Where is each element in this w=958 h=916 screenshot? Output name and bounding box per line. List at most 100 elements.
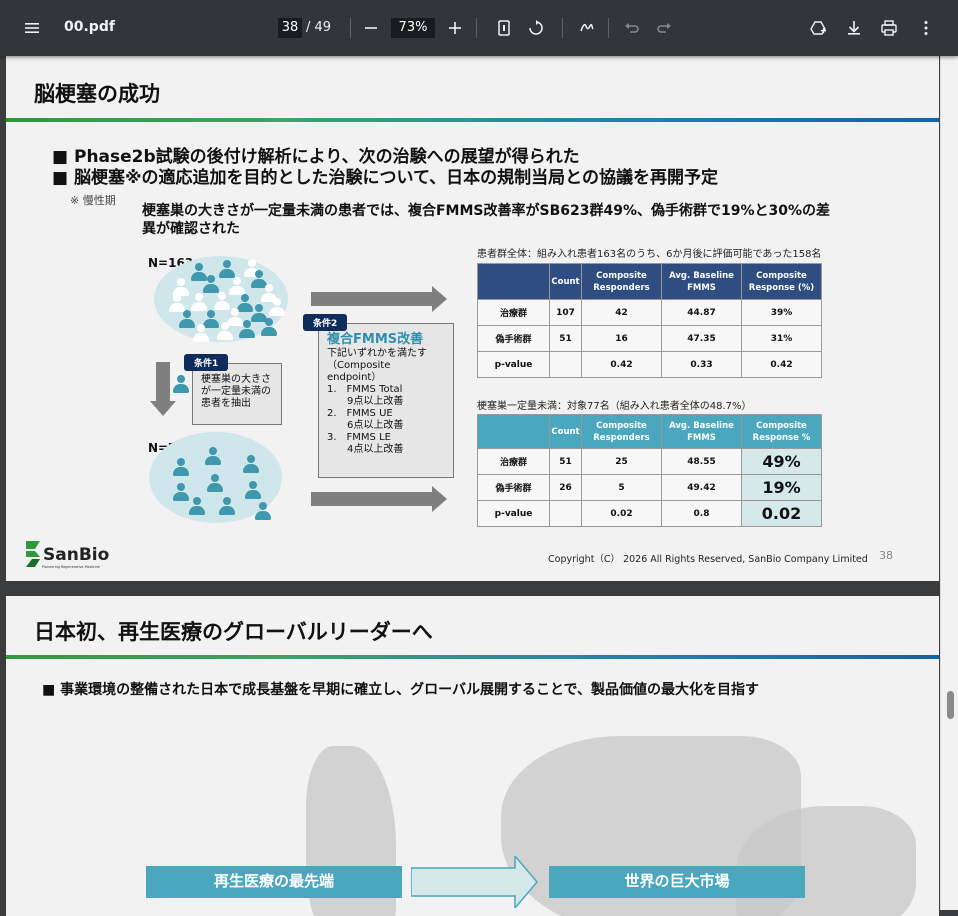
right-arrow — [411, 856, 538, 908]
divider — [350, 18, 351, 38]
table-header-cell: Avg. Baseline FMMS — [661, 414, 742, 449]
table-header-cell: Count — [549, 414, 582, 449]
table-cell: 治療群 — [477, 448, 550, 475]
cond2-line: 3. FMMS LE — [327, 432, 391, 443]
table2-caption: 梗塞巣一定量未満：対象77名（組み入れ患者全体の48.7%） — [477, 401, 752, 412]
table-cell: 5 — [581, 474, 662, 501]
cond2-line: 4点以上改善 — [327, 444, 404, 455]
print-icon[interactable] — [877, 16, 901, 40]
cond1-line: 患者を抽出 — [201, 398, 251, 409]
scrollbar-thumb[interactable] — [947, 691, 954, 719]
person-icon — [216, 322, 234, 342]
person-icon — [260, 318, 278, 338]
cond2-line: endpoint） — [327, 372, 382, 383]
person-icon — [268, 298, 286, 318]
annotate-icon[interactable] — [575, 16, 599, 40]
cond2-line: 6点以上改善 — [327, 420, 404, 431]
table-cell: 0.8 — [661, 500, 742, 527]
table-cell: 0.02 — [581, 500, 662, 527]
table-cell: 42 — [581, 299, 662, 326]
person-icon — [254, 502, 272, 522]
title-underline — [6, 118, 939, 122]
cond2-line: 2. FMMS UE — [327, 408, 393, 419]
cond2-heading: 複合FMMS改善 — [327, 332, 424, 347]
table-cell — [549, 351, 582, 378]
condition-2-box: 複合FMMS改善 下記いずれかを満たす （Composite endpoint） 1.… — [318, 323, 454, 478]
cond2-line: 下記いずれかを満たす — [327, 348, 427, 359]
table-header-cell: Composite Response (%) — [741, 263, 822, 300]
page-number-input[interactable]: 38 — [278, 18, 302, 38]
zoom-level-input[interactable]: 73% — [391, 18, 435, 38]
zoom-out-icon[interactable] — [359, 16, 383, 40]
footnote: ※ 慢性期 — [70, 194, 116, 207]
table-cell: 51 — [549, 325, 582, 352]
table-cell: 19% — [741, 474, 822, 501]
title-underline — [6, 655, 939, 659]
person-icon — [172, 458, 190, 478]
person-icon — [218, 497, 236, 517]
undo-icon[interactable] — [620, 16, 644, 40]
table-cell: p-value — [477, 500, 550, 527]
table-row: 偽手術群 51 16 47.35 31% — [477, 325, 822, 352]
redo-icon[interactable] — [652, 16, 676, 40]
table-header-cell: Composite Response % — [741, 414, 822, 449]
table-header-cell: Composite Responders — [581, 414, 662, 449]
download-icon[interactable] — [842, 16, 866, 40]
bullet-2: ■ 脳梗塞※の適応追加を目的とした治験について、日本の規制当局との協議を再開予定 — [52, 168, 718, 188]
person-icon — [242, 455, 260, 475]
table-cell: 107 — [549, 299, 582, 326]
table-cell: 0.42 — [581, 351, 662, 378]
table-cell: 25 — [581, 448, 662, 475]
table-header-cell: Count — [549, 263, 582, 300]
person-icon — [172, 375, 190, 395]
svg-text:Pioneering Regenerative Medici: Pioneering Regenerative Medicine — [42, 565, 100, 569]
sanbio-logo: SanBio Pioneering Regenerative Medicine — [24, 537, 116, 575]
table-row: 偽手術群 26 5 49.42 19% — [477, 474, 822, 501]
table-cell: 51 — [549, 448, 582, 475]
table-cell — [549, 500, 582, 527]
vertical-scrollbar[interactable] — [940, 56, 958, 910]
svg-text:SanBio: SanBio — [43, 545, 109, 565]
zoom-in-icon[interactable] — [443, 16, 467, 40]
person-icon — [238, 320, 256, 340]
right-arrow-top — [311, 286, 447, 312]
table-header-cell — [477, 263, 550, 300]
slide-page-number: 38 — [879, 549, 893, 562]
down-arrow — [150, 362, 176, 416]
pdf-page-38: 脳梗塞の成功 ■ Phase2b試験の後付け解析により、次の治験への展望が得られ… — [6, 56, 939, 581]
fit-page-icon[interactable] — [492, 16, 516, 40]
table-cell: 0.42 — [741, 351, 822, 378]
table-cell: 治療群 — [477, 299, 550, 326]
table-cell: 0.33 — [661, 351, 742, 378]
cond1-line: 梗塞巣の大きさ — [201, 374, 271, 385]
person-icon — [206, 474, 224, 494]
divider — [476, 18, 477, 38]
slide-title: 日本初、再生医療のグローバルリーダーへ — [34, 620, 433, 644]
results-table-all: Count Composite Responders Avg. Baseline F… — [477, 263, 822, 378]
table-row: 治療群 107 42 44.87 39% — [477, 299, 822, 326]
box-left: 再生医療の最先端 — [146, 866, 402, 898]
table-cell: 44.87 — [661, 299, 742, 326]
bullet: ■ 事業環境の整備された日本で成長基盤を早期に確立し、グローバル展開することで、… — [42, 682, 759, 698]
table-header-cell: Composite Responders — [581, 263, 662, 300]
person-icon — [204, 447, 222, 467]
menu-icon[interactable] — [20, 16, 44, 40]
drive-icon[interactable] — [806, 16, 830, 40]
more-icon[interactable] — [914, 16, 938, 40]
person-icon — [192, 324, 210, 344]
pdf-toolbar: 00.pdf 38 / 49 73% — [0, 0, 958, 56]
slide-title: 脳梗塞の成功 — [34, 82, 160, 106]
table-cell: 26 — [549, 474, 582, 501]
rotate-icon[interactable] — [524, 16, 548, 40]
copyright: Copyright（C） 2026 All Rights Reserved, S… — [548, 554, 868, 565]
table-cell: p-value — [477, 351, 550, 378]
table-cell: 48.55 — [661, 448, 742, 475]
document-title: 00.pdf — [64, 19, 115, 35]
finding-subtitle: 梗塞巣の大きさが一定量未満の患者では、複合FMMS改善率がSB623群49%、偽… — [142, 203, 831, 237]
table-cell: 31% — [741, 325, 822, 352]
condition-2-tag: 条件2 — [303, 314, 348, 331]
right-arrow-bottom — [311, 486, 447, 512]
cond2-line: 9点以上改善 — [327, 396, 404, 407]
table-row: p-value 0.02 0.8 0.02 — [477, 500, 822, 527]
table-cell: 49.42 — [661, 474, 742, 501]
